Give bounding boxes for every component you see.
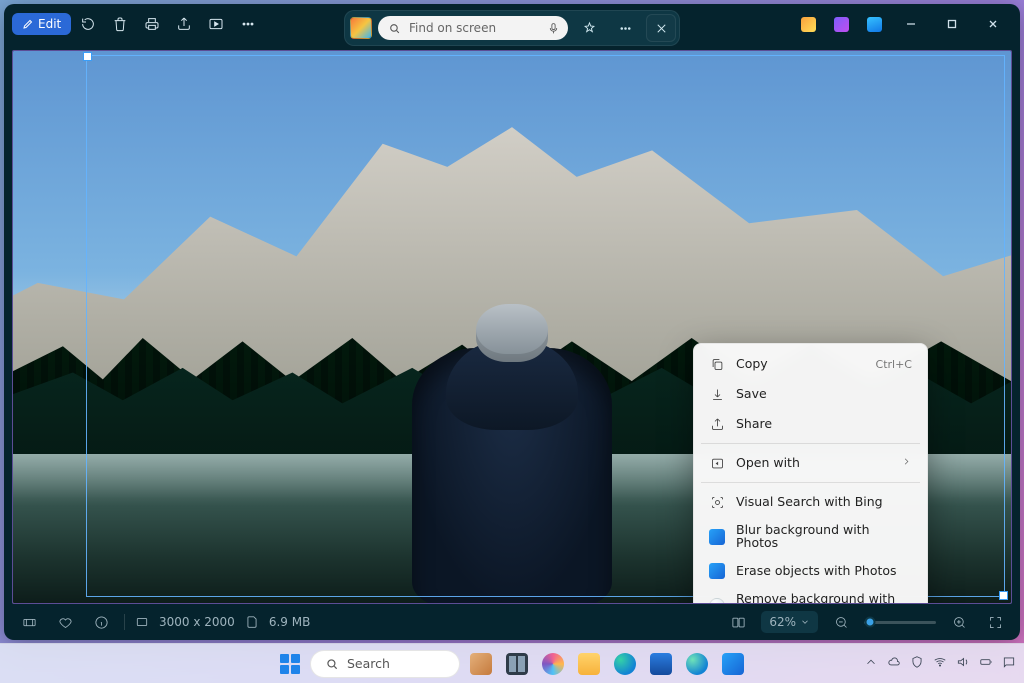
tray-volume-icon[interactable] (956, 655, 970, 672)
ctx-save[interactable]: Save (699, 379, 922, 409)
ctx-erase-label: Erase objects with Photos (736, 565, 897, 578)
photos-taskbar-icon[interactable] (718, 649, 748, 679)
snipping-tool-icon (350, 17, 372, 39)
copilot-icon[interactable] (574, 14, 604, 42)
zoom-level[interactable]: 62% (761, 611, 818, 633)
share-icon[interactable] (169, 9, 199, 39)
ctx-separator-2 (701, 482, 920, 483)
titlebar-right (793, 9, 1012, 39)
app-tile-1[interactable] (793, 9, 823, 39)
visual-search-icon (709, 494, 725, 510)
zoom-out-icon[interactable] (828, 609, 854, 635)
photos-app-icon-2 (709, 563, 725, 579)
ctx-remove-background[interactable]: Remove background with Paint (699, 586, 922, 604)
store-icon[interactable] (646, 649, 676, 679)
edge-icon[interactable] (610, 649, 640, 679)
chevron-right-icon (901, 456, 912, 470)
edge-dev-icon[interactable] (682, 649, 712, 679)
taskbar-pinned-1[interactable] (466, 649, 496, 679)
zoom-value: 62% (769, 615, 796, 629)
fullscreen-icon[interactable] (982, 609, 1008, 635)
caption-close-icon[interactable] (646, 14, 676, 42)
ctx-visual-search-label: Visual Search with Bing (736, 496, 883, 509)
ctx-erase-objects[interactable]: Erase objects with Photos (699, 556, 922, 586)
caption-more-icon[interactable] (610, 14, 640, 42)
ctx-blur-background[interactable]: Blur background with Photos (699, 517, 922, 556)
ctx-share[interactable]: Share (699, 409, 922, 439)
ctx-save-label: Save (736, 388, 767, 401)
save-icon (709, 386, 725, 402)
paint-app-icon (709, 598, 725, 605)
taskbar-search[interactable]: Search (310, 650, 460, 678)
edit-button-label: Edit (38, 17, 61, 31)
rotate-icon[interactable] (73, 9, 103, 39)
more-icon[interactable] (233, 9, 263, 39)
microphone-icon[interactable] (547, 22, 560, 35)
image-dimensions: 3000 x 2000 (159, 615, 235, 629)
ctx-open-with-label: Open with (736, 457, 800, 470)
ctx-visual-search[interactable]: Visual Search with Bing (699, 487, 922, 517)
delete-icon[interactable] (105, 9, 135, 39)
ctx-share-label: Share (736, 418, 772, 431)
system-tray (864, 644, 1016, 683)
print-icon[interactable] (137, 9, 167, 39)
info-icon[interactable] (88, 609, 114, 635)
find-on-screen-search[interactable]: Find on screen (378, 16, 568, 40)
slideshow-icon[interactable] (201, 9, 231, 39)
ctx-blur-label: Blur background with Photos (736, 524, 912, 549)
copilot-taskbar-icon[interactable] (538, 649, 568, 679)
context-menu: Copy Ctrl+C Save Share Open with Visual … (693, 343, 928, 604)
caption-bar: Find on screen (344, 10, 680, 46)
ctx-copy-shortcut: Ctrl+C (876, 359, 912, 370)
tray-notification-icon[interactable] (1002, 655, 1016, 672)
filmstrip-toggle-icon[interactable] (16, 609, 42, 635)
ctx-open-with[interactable]: Open with (699, 448, 922, 478)
statusbar: 3000 x 2000 6.9 MB 62% (4, 604, 1020, 640)
file-explorer-icon[interactable] (574, 649, 604, 679)
compare-icon[interactable] (725, 609, 751, 635)
share-menu-icon (709, 416, 725, 432)
tray-wifi-icon[interactable] (933, 655, 947, 672)
app-tile-2[interactable] (826, 9, 856, 39)
chevron-down-icon (800, 617, 810, 627)
file-size: 6.9 MB (269, 615, 310, 629)
titlebar: Edit Find on screen (4, 4, 1020, 44)
dimensions-icon (135, 615, 149, 629)
favorite-icon[interactable] (52, 609, 78, 635)
edit-button[interactable]: Edit (12, 13, 71, 35)
ctx-separator-1 (701, 443, 920, 444)
tray-onedrive-icon[interactable] (887, 655, 901, 672)
filesize-icon (245, 615, 259, 629)
tray-chevron-icon[interactable] (864, 655, 878, 672)
app-tile-3[interactable] (859, 9, 889, 39)
zoom-slider[interactable] (864, 621, 936, 624)
ctx-remove-bg-label: Remove background with Paint (736, 593, 912, 604)
tray-defender-icon[interactable] (910, 655, 924, 672)
open-with-icon (709, 455, 725, 471)
window-maximize-button[interactable] (933, 9, 971, 39)
photo-viewport[interactable]: Copy Ctrl+C Save Share Open with Visual … (12, 50, 1012, 604)
taskbar: Search (0, 643, 1024, 683)
search-placeholder-text: Find on screen (409, 21, 496, 35)
start-button[interactable] (276, 650, 304, 678)
taskbar-search-placeholder: Search (347, 656, 390, 671)
copy-icon (709, 356, 725, 372)
photos-app-icon (709, 529, 725, 545)
window-minimize-button[interactable] (892, 9, 930, 39)
photos-app-window: Edit Find on screen (4, 4, 1020, 640)
window-close-button[interactable] (974, 9, 1012, 39)
zoom-in-icon[interactable] (946, 609, 972, 635)
tray-battery-icon[interactable] (979, 655, 993, 672)
ctx-copy-label: Copy (736, 358, 768, 371)
ctx-copy[interactable]: Copy Ctrl+C (699, 349, 922, 379)
task-view-icon[interactable] (502, 649, 532, 679)
